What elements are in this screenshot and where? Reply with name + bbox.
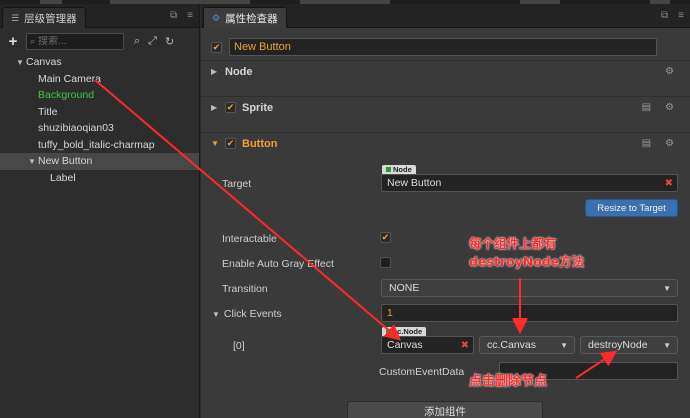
tree-node-main-camera[interactable]: Main Camera bbox=[0, 71, 199, 88]
tab-inspector-label: 属性检查器 bbox=[225, 12, 278, 25]
expand-arrow-icon[interactable]: ▼ bbox=[26, 157, 38, 166]
collapse-arrow-icon: ▶ bbox=[211, 103, 218, 112]
click-events-label-text: Click Events bbox=[223, 308, 282, 320]
clear-target-icon[interactable]: ✖ bbox=[665, 178, 673, 189]
section-button-title: Button bbox=[242, 137, 278, 150]
panel-maximize-icon[interactable]: ⧉ bbox=[170, 10, 177, 21]
event-target-type-pill: cc.Node bbox=[382, 327, 427, 336]
tree-node-label: Background bbox=[38, 89, 95, 102]
target-type-pill: Node bbox=[382, 165, 416, 174]
chevron-down-icon: ▼ bbox=[663, 284, 671, 293]
target-label: Target bbox=[222, 178, 252, 190]
hierarchy-panel: ☰ 层级管理器 ⧉ ≡ + ⌕ ⌕ ⤢ ↻ ▼CanvasMain Camera… bbox=[0, 4, 200, 418]
section-node[interactable]: ▶ Node ⚙ bbox=[201, 60, 690, 82]
chevron-down-icon: ▼ bbox=[560, 341, 568, 350]
target-type-pill-label: Node bbox=[393, 165, 412, 174]
sprite-enabled-checkbox[interactable]: ✔ bbox=[225, 102, 236, 113]
panel-menu-icon[interactable]: ≡ bbox=[678, 10, 684, 21]
expand-arrow-icon[interactable]: ▼ bbox=[14, 58, 26, 67]
chevron-down-icon: ▼ bbox=[663, 341, 671, 350]
node-active-checkbox[interactable]: ✔ bbox=[211, 41, 222, 53]
section-button[interactable]: ▼ ✔ Button ▤ ⚙ bbox=[201, 132, 690, 154]
tab-inspector[interactable]: ⚙ 属性检查器 bbox=[203, 7, 287, 28]
tree-node-new-button[interactable]: ▼ New Button bbox=[0, 153, 199, 170]
collapse-arrow-icon: ▶ bbox=[211, 67, 218, 76]
event-target-type-pill-label: cc.Node bbox=[393, 327, 423, 336]
hierarchy-icon: ☰ bbox=[11, 12, 20, 23]
clear-event-target-icon[interactable]: ✖ bbox=[461, 340, 469, 351]
transition-dropdown[interactable]: NONE ▼ bbox=[381, 279, 678, 297]
click-events-label[interactable]: ▼ Click Events bbox=[212, 308, 282, 320]
inspector-body: ✔ New Button ▶ Node ⚙ ▶ ✔ Sprite ▤ ⚙ ▼ ✔ … bbox=[201, 28, 690, 418]
node-tree: ▼ Canvas Main Camera Background Title shuzibi… bbox=[0, 54, 199, 186]
book-icon[interactable]: ▤ bbox=[642, 138, 651, 149]
gear-icon[interactable]: ⚙ bbox=[665, 138, 674, 149]
tree-node-label: Title bbox=[38, 105, 58, 118]
custom-event-data-label: CustomEventData bbox=[379, 366, 465, 378]
tree-node-label: Main Camera bbox=[38, 72, 102, 85]
tree-node-label: New Button bbox=[38, 155, 93, 168]
tree-node-label: tuffy_bold_italic-charmap bbox=[38, 138, 155, 151]
section-node-title: Node bbox=[225, 65, 253, 78]
add-node-button[interactable]: + bbox=[6, 33, 20, 50]
event-handler-value: destroyNode bbox=[588, 339, 648, 351]
tree-node-title[interactable]: Title bbox=[0, 104, 199, 121]
tab-hierarchy[interactable]: ☰ 层级管理器 bbox=[2, 7, 86, 28]
tree-node-background[interactable]: Background bbox=[0, 87, 199, 104]
event-handler-dropdown[interactable]: destroyNode ▼ bbox=[580, 336, 678, 354]
tab-hierarchy-label: 层级管理器 bbox=[24, 12, 77, 25]
auto-gray-checkbox[interactable] bbox=[380, 257, 391, 268]
event-component-dropdown[interactable]: cc.Canvas ▼ bbox=[479, 336, 575, 354]
target-field[interactable]: New Button ✖ bbox=[381, 174, 678, 192]
annotation-note-1-line-2: destroyNode方法 bbox=[469, 254, 585, 269]
tree-node-label: shuzibiaoqian03 bbox=[38, 122, 114, 135]
auto-gray-label: Enable Auto Gray Effect bbox=[222, 258, 334, 270]
event-index-label: [0] bbox=[233, 340, 245, 352]
event-target-field[interactable]: Canvas ✖ bbox=[381, 336, 474, 354]
tree-node-label: Label bbox=[50, 171, 76, 184]
search-icon[interactable]: ⌕ bbox=[134, 35, 140, 48]
search-input[interactable] bbox=[38, 35, 119, 47]
refresh-icon[interactable]: ↻ bbox=[165, 35, 174, 48]
tree-node-canvas[interactable]: ▼ Canvas bbox=[0, 54, 199, 71]
inspector-panel: ⚙ 属性检查器 ⧉ ≡ ✔ New Button ▶ Node ⚙ ▶ ✔ Sp… bbox=[201, 4, 690, 418]
gear-icon[interactable]: ⚙ bbox=[665, 66, 674, 77]
panel-menu-icon[interactable]: ≡ bbox=[187, 10, 193, 21]
expand-arrow-icon: ▼ bbox=[211, 139, 219, 148]
hierarchy-search[interactable]: ⌕ bbox=[26, 32, 124, 50]
inspector-tabbar: ⚙ 属性检查器 ⧉ ≡ bbox=[201, 4, 690, 28]
section-sprite-title: Sprite bbox=[242, 101, 274, 114]
panel-maximize-icon[interactable]: ⧉ bbox=[661, 10, 668, 21]
expand-arrow-icon: ▼ bbox=[212, 310, 220, 319]
inspector-icon: ⚙ bbox=[212, 12, 221, 23]
event-component-value: cc.Canvas bbox=[487, 339, 537, 351]
hierarchy-tabbar: ☰ 层级管理器 ⧉ ≡ bbox=[0, 4, 199, 28]
button-enabled-checkbox[interactable]: ✔ bbox=[225, 138, 236, 149]
gear-icon[interactable]: ⚙ bbox=[665, 102, 674, 113]
tree-node-tuffy-bold-italic-charmap[interactable]: tuffy_bold_italic-charmap bbox=[0, 137, 199, 154]
resize-to-target-button[interactable]: Resize to Target bbox=[585, 199, 678, 217]
annotation-note-1-line-1: 每个组件上都有 bbox=[469, 236, 557, 251]
interactable-checkbox[interactable]: ✔ bbox=[380, 232, 391, 243]
target-value: New Button bbox=[387, 177, 442, 189]
book-icon[interactable]: ▤ bbox=[642, 102, 651, 113]
add-component-button[interactable]: 添加组件 bbox=[347, 401, 543, 418]
hierarchy-toolbar: + ⌕ ⌕ ⤢ ↻ bbox=[0, 28, 199, 54]
search-icon: ⌕ bbox=[30, 35, 36, 46]
node-name-field[interactable]: New Button bbox=[229, 38, 657, 56]
section-sprite[interactable]: ▶ ✔ Sprite ▤ ⚙ bbox=[201, 96, 690, 118]
tree-node-label[interactable]: Label bbox=[0, 170, 199, 187]
tree-node-shuzibiaoqian03[interactable]: shuzibiaoqian03 bbox=[0, 120, 199, 137]
transition-label: Transition bbox=[222, 283, 268, 295]
transition-value: NONE bbox=[389, 282, 420, 294]
expand-icon[interactable]: ⤢ bbox=[148, 35, 157, 48]
interactable-label: Interactable bbox=[222, 233, 277, 245]
annotation-note-2: 点击删除节点 bbox=[469, 374, 548, 389]
event-target-value: Canvas bbox=[387, 339, 423, 351]
tree-node-label: Canvas bbox=[26, 56, 62, 69]
click-events-count-field[interactable]: 1 bbox=[381, 304, 678, 322]
